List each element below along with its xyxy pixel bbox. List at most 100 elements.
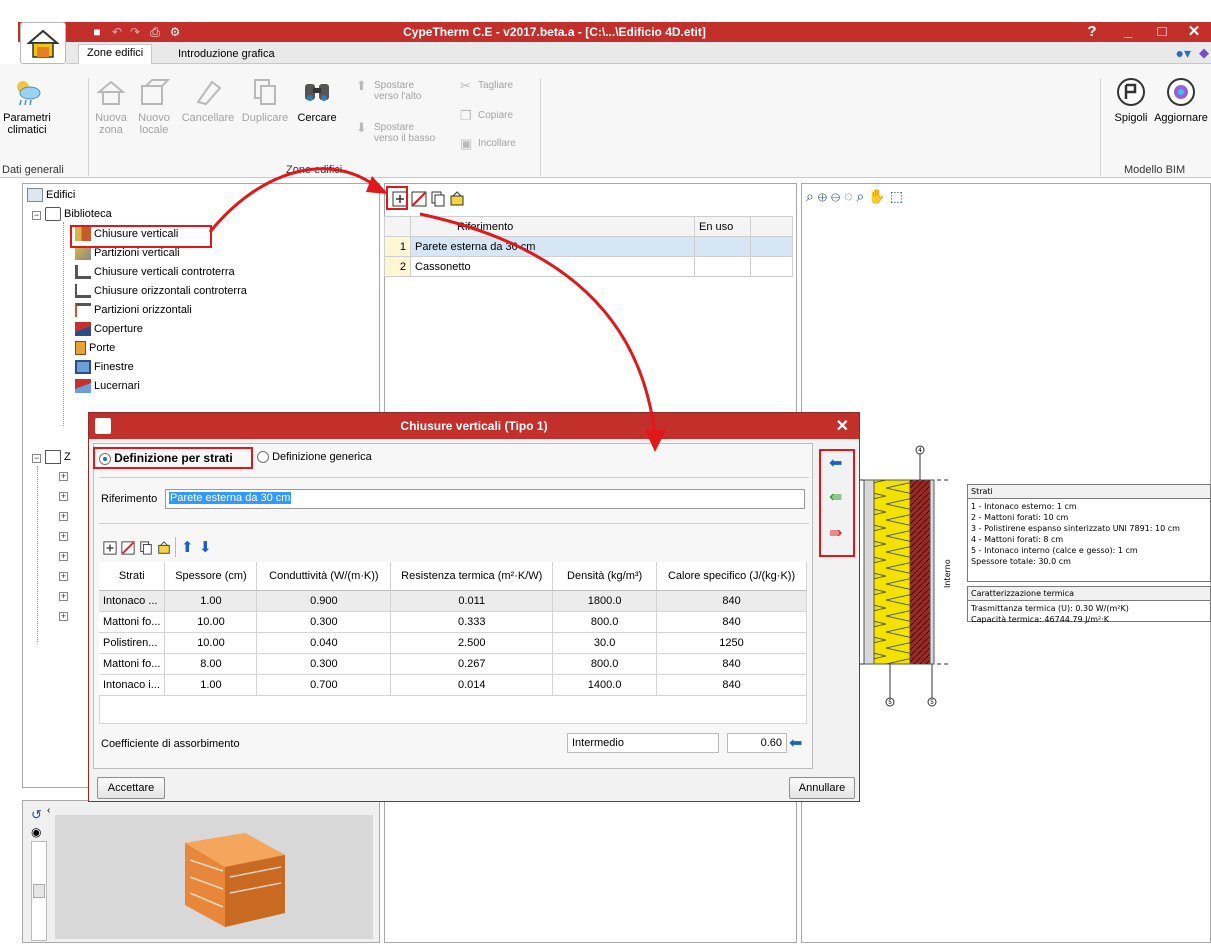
- cell-conduttivita[interactable]: 0.900: [256, 590, 392, 612]
- help-button[interactable]: ?: [1077, 22, 1107, 42]
- cercare-button[interactable]: Cercare: [292, 76, 342, 124]
- spostare-alto-button[interactable]: ⬆ Spostare verso l'alto: [356, 79, 446, 102]
- row-riferimento[interactable]: Parete esterna da 30 cm: [410, 236, 695, 257]
- cell-resistenza[interactable]: 0.267: [390, 653, 554, 675]
- coeff-pick-icon[interactable]: ⬅: [789, 733, 807, 753]
- cell-spessore[interactable]: 10.00: [164, 611, 258, 633]
- col-densita[interactable]: Densità (kg/m³): [552, 562, 658, 591]
- col-riferimento[interactable]: Riferimento: [410, 216, 695, 237]
- close-button[interactable]: ✕: [1179, 22, 1209, 42]
- zoom-prev-icon[interactable]: ⌕: [856, 188, 868, 204]
- cell-densita[interactable]: 800.0: [552, 653, 658, 675]
- tab-introduzione-grafica[interactable]: Introduzione grafica: [170, 46, 283, 62]
- riferimento-input[interactable]: Parete esterna da 30 cm: [165, 489, 805, 509]
- cell-densita[interactable]: 1800.0: [552, 590, 658, 612]
- export-icon[interactable]: ⬚: [890, 188, 907, 204]
- table-row[interactable]: Intonaco i... 1.00 0.700 0.014 1400.0 84…: [99, 674, 807, 696]
- delete-layer-icon[interactable]: [121, 541, 135, 555]
- tree-expander[interactable]: +: [59, 472, 68, 481]
- pan-icon[interactable]: ✋: [868, 188, 889, 204]
- cell-strato[interactable]: Mattoni fo...: [99, 653, 166, 675]
- edit-layer-icon[interactable]: [157, 541, 171, 555]
- col-en-uso[interactable]: En uso: [694, 216, 751, 237]
- tree-biblioteca[interactable]: Biblioteca: [45, 207, 112, 221]
- cell-resistenza[interactable]: 0.014: [390, 674, 554, 696]
- col-resistenza[interactable]: Resistenza termica (m²·K/W): [390, 562, 554, 591]
- tree-expander[interactable]: −: [32, 454, 41, 463]
- globe-icon[interactable]: ●▾: [1176, 45, 1191, 62]
- zoom-window-icon[interactable]: ⌕: [806, 188, 818, 204]
- move-down-icon[interactable]: ⬇: [199, 538, 212, 556]
- table-row[interactable]: 1 Parete esterna da 30 cm: [384, 236, 793, 257]
- cell-strato[interactable]: Polistiren...: [99, 632, 166, 654]
- bim-icon[interactable]: ◆: [1199, 45, 1209, 61]
- cancellare-button[interactable]: Cancellare: [178, 76, 238, 124]
- radio-definizione-generica[interactable]: Definizione generica: [257, 451, 372, 464]
- incollare-button[interactable]: ▣ Incollare: [460, 137, 540, 150]
- cell-calore[interactable]: 1250: [656, 632, 807, 654]
- cell-densita[interactable]: 800.0: [552, 611, 658, 633]
- tree-expander[interactable]: +: [59, 612, 68, 621]
- duplicare-button[interactable]: Duplicare: [240, 76, 290, 124]
- tree-item-partizioni-verticali[interactable]: Partizioni verticali: [75, 246, 180, 260]
- tree-expander[interactable]: +: [59, 552, 68, 561]
- col-strati[interactable]: Strati: [99, 562, 166, 591]
- parametri-climatici-button[interactable]: Parametri climatici: [2, 76, 52, 136]
- table-row[interactable]: Intonaco ... 1.00 0.900 0.011 1800.0 840: [99, 590, 807, 612]
- tree-item-coperture[interactable]: Coperture: [75, 322, 143, 336]
- tree-item-chiusure-controterra[interactable]: Chiusure verticali controterra: [75, 265, 235, 279]
- table-row[interactable]: Mattoni fo... 10.00 0.300 0.333 800.0 84…: [99, 611, 807, 633]
- tree-expander[interactable]: +: [59, 532, 68, 541]
- spigoli-button[interactable]: Spigoli: [1110, 76, 1152, 124]
- tree-root-edifici[interactable]: Edifici: [27, 188, 75, 202]
- scroll-left-icon[interactable]: ‹: [47, 805, 50, 816]
- move-up-icon[interactable]: ⬆: [181, 538, 194, 556]
- table-row[interactable]: Polistiren... 10.00 0.040 2.500 30.0 125…: [99, 632, 807, 654]
- col-calore[interactable]: Calore specifico (J/(kg·K)): [656, 562, 807, 591]
- aggiornare-button[interactable]: Aggiornare: [1152, 76, 1210, 124]
- tree-item-porte[interactable]: Porte: [75, 341, 115, 355]
- tab-zone-edifici[interactable]: Zone edifici: [78, 44, 153, 65]
- tree-item-lucernari[interactable]: Lucernari: [75, 379, 140, 393]
- cell-resistenza[interactable]: 2.500: [390, 632, 554, 654]
- cell-resistenza[interactable]: 0.333: [390, 611, 554, 633]
- table-row[interactable]: 2 Cassonetto: [384, 256, 793, 277]
- dialog-close-button[interactable]: ✕: [836, 416, 849, 436]
- copy-layer-icon[interactable]: [139, 541, 153, 555]
- cell-densita[interactable]: 30.0: [552, 632, 658, 654]
- app-menu-button[interactable]: [20, 22, 66, 64]
- tagliare-button[interactable]: ✂ Tagliare: [460, 79, 540, 92]
- cell-conduttivita[interactable]: 0.700: [256, 674, 392, 696]
- add-layer-icon[interactable]: [103, 541, 117, 555]
- cell-conduttivita[interactable]: 0.300: [256, 653, 392, 675]
- copy-icon[interactable]: [430, 191, 446, 207]
- zoom-in-icon[interactable]: ⊕: [818, 188, 831, 204]
- nuovo-locale-button[interactable]: Nuovo locale: [132, 76, 176, 136]
- table-row[interactable]: Mattoni fo... 8.00 0.300 0.267 800.0 840: [99, 653, 807, 675]
- 3d-viewport[interactable]: [55, 815, 373, 939]
- col-spessore[interactable]: Spessore (cm): [164, 562, 258, 591]
- cell-spessore[interactable]: 1.00: [164, 674, 258, 696]
- zoom-out-icon[interactable]: ⊖: [831, 188, 844, 204]
- cell-spessore[interactable]: 10.00: [164, 632, 258, 654]
- tree-zone-node[interactable]: Z: [45, 450, 71, 464]
- scrollbar-thumb[interactable]: [33, 884, 45, 898]
- eye-icon[interactable]: ◉: [31, 825, 41, 839]
- cell-spessore[interactable]: 8.00: [164, 653, 258, 675]
- row-riferimento[interactable]: Cassonetto: [410, 256, 695, 277]
- tree-expander[interactable]: +: [59, 592, 68, 601]
- coeff-value-input[interactable]: 0.60: [727, 733, 787, 753]
- cell-strato[interactable]: Intonaco ...: [99, 590, 166, 612]
- tree-item-partizioni-orizzontali[interactable]: Partizioni orizzontali: [75, 303, 192, 317]
- tree-expander[interactable]: +: [59, 572, 68, 581]
- delete-icon[interactable]: [411, 191, 427, 207]
- accept-button[interactable]: Accettare: [97, 777, 165, 799]
- cell-calore[interactable]: 840: [656, 674, 807, 696]
- minimize-button[interactable]: _: [1113, 22, 1143, 42]
- cancel-button[interactable]: Annullare: [789, 777, 855, 799]
- rotate-icon[interactable]: ↺: [31, 807, 42, 823]
- tree-expander[interactable]: −: [32, 211, 41, 220]
- cell-conduttivita[interactable]: 0.040: [256, 632, 392, 654]
- vertical-scrollbar[interactable]: [31, 841, 47, 941]
- spostare-basso-button[interactable]: ⬇ Spostare verso il basso: [356, 121, 446, 144]
